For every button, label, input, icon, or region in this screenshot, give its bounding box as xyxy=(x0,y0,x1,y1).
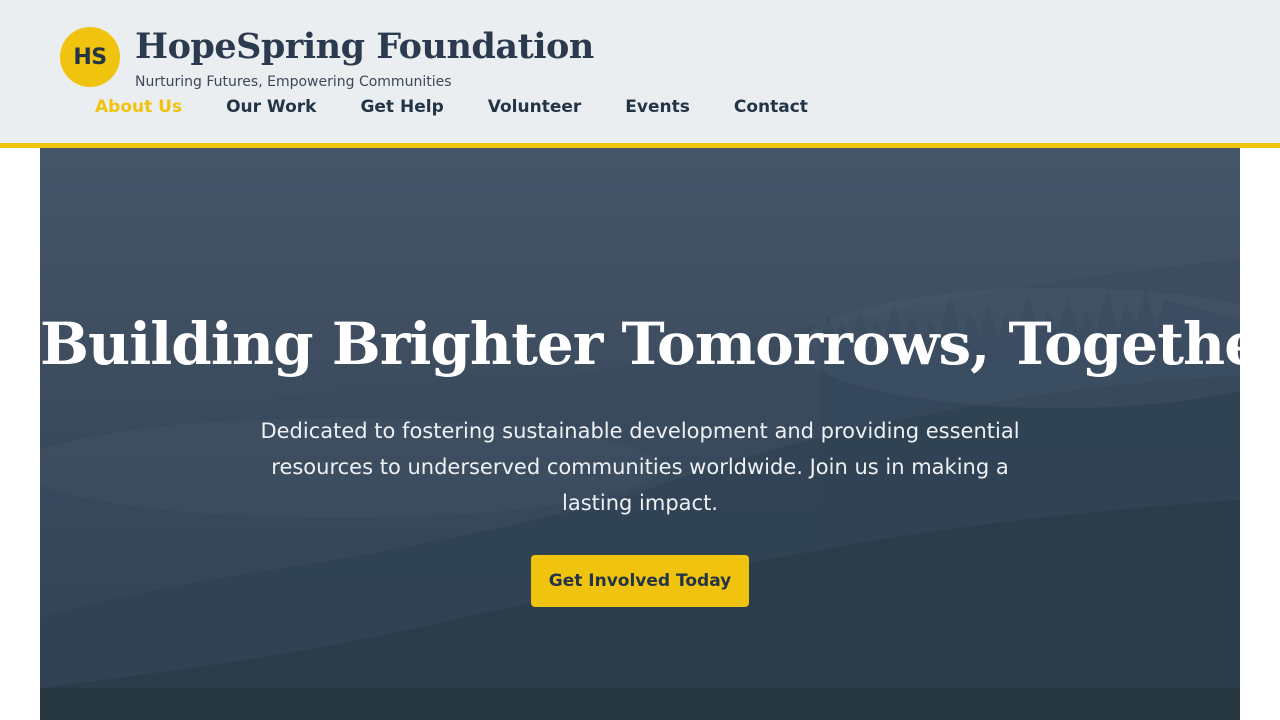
nav-link-our-work[interactable]: Our Work xyxy=(226,97,316,117)
site-header: HS HopeSpring Foundation Nurturing Futur… xyxy=(0,0,1280,148)
organization-name[interactable]: HopeSpring Foundation xyxy=(135,26,594,67)
nav-link-about-us[interactable]: About Us xyxy=(95,97,182,117)
get-involved-button[interactable]: Get Involved Today xyxy=(531,555,749,607)
logo-badge[interactable]: HS xyxy=(60,27,120,87)
hero-subtitle: Dedicated to fostering sustainable devel… xyxy=(260,419,1020,515)
nav-link-contact[interactable]: Contact xyxy=(734,97,808,117)
hero-section: Building Brighter Tomorrows, Together. D… xyxy=(40,148,1240,720)
tagline: Nurturing Futures, Empowering Communitie… xyxy=(135,74,452,90)
hero-title: Building Brighter Tomorrows, Together. xyxy=(40,310,1240,378)
main-nav: About Us Our Work Get Help Volunteer Eve… xyxy=(95,97,852,117)
nav-link-volunteer[interactable]: Volunteer xyxy=(488,97,582,117)
nav-link-get-help[interactable]: Get Help xyxy=(360,97,443,117)
nav-link-events[interactable]: Events xyxy=(625,97,690,117)
